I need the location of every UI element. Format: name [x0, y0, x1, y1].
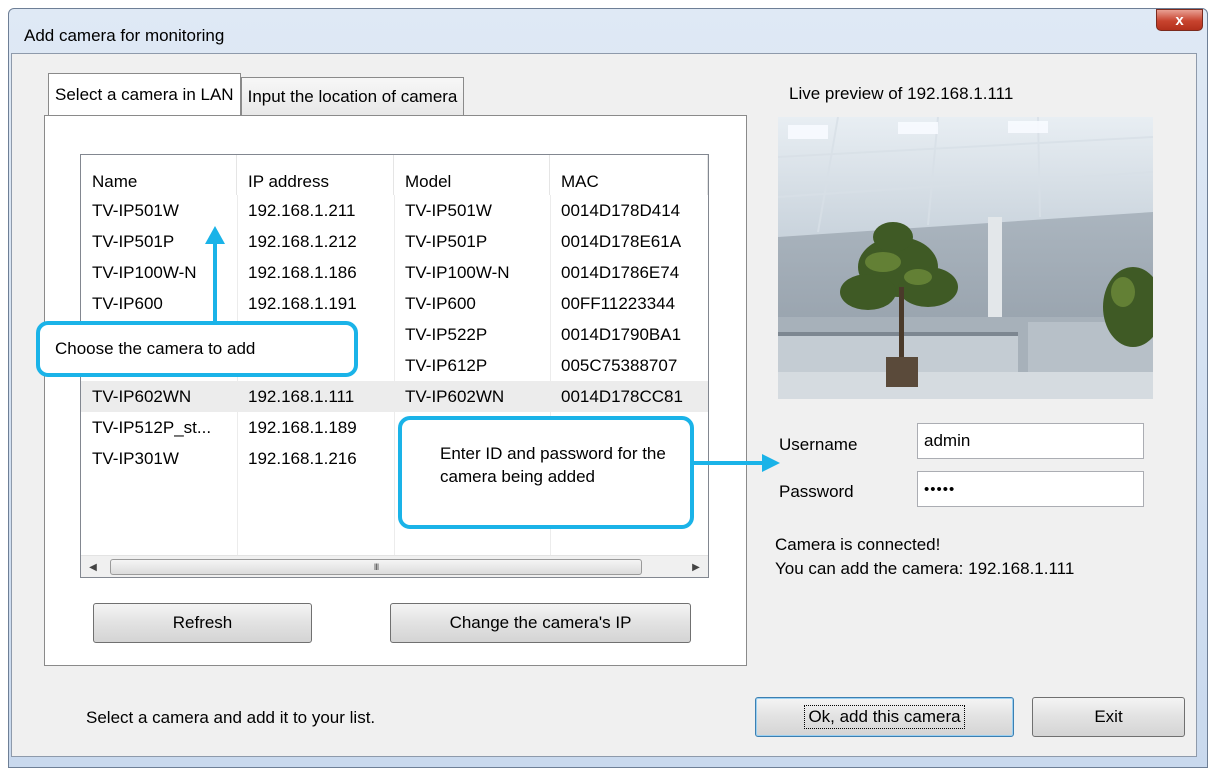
password-label: Password: [779, 482, 854, 501]
cell-model: TV-IP501W: [405, 200, 492, 220]
cell-mac: 0014D1790BA1: [561, 324, 682, 344]
cell-model: TV-IP522P: [405, 324, 488, 344]
column-header-ip[interactable]: IP address: [237, 155, 394, 195]
cell-model: TV-IP600: [405, 293, 476, 313]
scroll-thumb[interactable]: III: [110, 559, 642, 575]
cell-ip: 192.168.1.191: [248, 293, 357, 313]
cell-mac: 0014D178D414: [561, 200, 681, 220]
cell-model: TV-IP501P: [405, 231, 488, 251]
cell-ip: 192.168.1.211: [248, 200, 356, 220]
status-line-add: You can add the camera: 192.168.1.111: [775, 559, 1075, 578]
password-field[interactable]: •••••: [917, 471, 1144, 507]
cell-ip: 192.168.1.186: [248, 262, 357, 282]
arrow-up-icon: [205, 226, 225, 244]
bottom-hint-text: Select a camera and add it to your list.: [86, 708, 376, 727]
cell-mac: 005C75388707: [561, 355, 678, 375]
cell-mac: 0014D178CC81: [561, 386, 683, 406]
live-preview-image: [778, 117, 1153, 399]
username-field[interactable]: admin: [917, 423, 1144, 459]
cell-name: TV-IP301W: [92, 448, 179, 468]
cell-ip: 192.168.1.111: [248, 386, 355, 406]
column-header-mac[interactable]: MAC: [550, 155, 708, 195]
office-camera-image: [778, 117, 1153, 399]
cell-name: TV-IP501W: [92, 200, 179, 220]
cell-name: TV-IP602WN: [92, 386, 192, 406]
horizontal-scrollbar[interactable]: ◀ III ▶: [81, 555, 708, 577]
column-header-name[interactable]: Name: [81, 155, 237, 195]
cell-model: TV-IP612P: [405, 355, 488, 375]
cell-model: TV-IP100W-N: [405, 262, 510, 282]
close-button[interactable]: x: [1156, 9, 1203, 31]
tab-strip: Select a camera in LAN Input the locatio…: [48, 73, 465, 116]
enter-arrow-shaft: [694, 461, 764, 465]
cell-mac: 00FF11223344: [561, 293, 676, 313]
cell-model: TV-IP602WN: [405, 386, 505, 406]
change-ip-button[interactable]: Change the camera's IP: [390, 603, 691, 643]
cell-ip: 192.168.1.189: [248, 417, 357, 437]
cell-mac: 0014D1786E74: [561, 262, 680, 282]
cell-mac: 0014D178E61A: [561, 231, 682, 251]
cell-ip: 192.168.1.216: [248, 448, 357, 468]
tab-select-lan[interactable]: Select a camera in LAN: [48, 73, 241, 115]
title-bar: Add camera for monitoring x: [9, 9, 1207, 55]
callout-choose-camera: Choose the camera to add: [36, 321, 358, 377]
arrow-right-icon: [762, 454, 780, 472]
tab-input-location[interactable]: Input the location of camera: [240, 77, 465, 115]
ok-button-label: Ok, add this camera: [804, 705, 965, 729]
connection-status: Camera is connected! You can add the cam…: [775, 533, 1074, 581]
list-header: Name IP address Model MAC: [81, 155, 708, 195]
window-title: Add camera for monitoring: [24, 26, 225, 45]
preview-label: Live preview of 192.168.1.111: [789, 84, 1014, 103]
choose-arrow-shaft: [213, 240, 217, 324]
callout-enter-credentials: Enter ID and password for the camera bei…: [398, 416, 694, 529]
cell-ip: 192.168.1.212: [248, 231, 357, 251]
exit-button[interactable]: Exit: [1032, 697, 1185, 737]
refresh-button[interactable]: Refresh: [93, 603, 312, 643]
status-line-connected: Camera is connected!: [775, 535, 941, 554]
scroll-left-icon[interactable]: ◀: [85, 559, 101, 575]
username-label: Username: [779, 435, 858, 454]
cell-name: TV-IP512P_st...: [92, 417, 212, 437]
scroll-right-icon[interactable]: ▶: [688, 559, 704, 575]
ok-add-camera-button[interactable]: Ok, add this camera: [755, 697, 1014, 737]
column-header-model[interactable]: Model: [394, 155, 550, 195]
